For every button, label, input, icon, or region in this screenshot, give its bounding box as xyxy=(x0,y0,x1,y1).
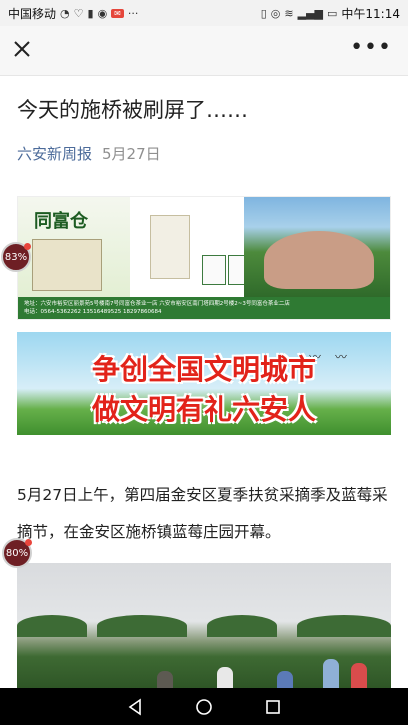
carved-rock-graphic xyxy=(264,231,374,289)
battery-saver-icon: ▮ xyxy=(87,6,94,20)
status-bar-left: 中国移动 ◔ ♡ ▮ ◉ ✉ ··· xyxy=(8,5,138,22)
eye-icon: ◉ xyxy=(97,6,108,20)
gift-bag-graphic xyxy=(150,215,190,279)
scenic-rock-image xyxy=(244,197,390,297)
article-date: 5月27日 xyxy=(102,145,161,163)
article-source-link[interactable]: 六安新周报 xyxy=(17,143,92,164)
reading-progress-badge[interactable]: 83% xyxy=(1,242,31,272)
civic-slogan-banner[interactable]: 〰 〰 争创全国文明城市 做文明有礼六安人 xyxy=(17,332,391,435)
article-content[interactable]: 今天的施桥被刷屏了…… 六安新周报 5月27日 同富仓 地址：六安市裕安区丽景苑… xyxy=(0,77,408,688)
ad-phone: 电话：0564-5362262 13516489525 18297860684 xyxy=(24,309,162,315)
home-button[interactable] xyxy=(194,697,214,717)
tea-box-graphic xyxy=(32,239,102,291)
more-icon: ••• xyxy=(350,35,392,60)
carrier-label: 中国移动 xyxy=(8,6,57,21)
article-title: 今天的施桥被刷屏了…… xyxy=(17,98,248,122)
progress-dot xyxy=(25,539,32,546)
article-meta: 六安新周报 5月27日 xyxy=(17,143,161,164)
signal-icon: ▂▄▆ xyxy=(297,6,323,20)
person-figure xyxy=(277,671,293,688)
tree-line xyxy=(97,615,187,637)
tree-line xyxy=(207,615,277,637)
wifi-icon: ≋ xyxy=(284,6,294,20)
status-bar-right: ▯ ◎ ≋ ▂▄▆ ▭ 中午11:14 xyxy=(261,5,400,22)
blueberry-farm-photo[interactable] xyxy=(17,563,391,688)
eye-comfort-icon: ◎ xyxy=(270,6,281,20)
sim-icon: ◔ xyxy=(60,6,70,20)
person-figure xyxy=(217,667,233,688)
tea-gift-box-image: 同富仓 xyxy=(18,197,130,297)
person-figure xyxy=(157,671,173,688)
article-paragraph: 5月27日上午，第四届金安区夏季扶贫采摘季及蓝莓采摘节，在金安区施桥镇蓝莓庄园开… xyxy=(17,486,388,541)
tea-bag-image xyxy=(130,197,252,297)
more-notifications-icon: ··· xyxy=(127,6,139,20)
progress-dot xyxy=(24,243,31,250)
system-navigation-bar xyxy=(0,688,408,725)
tea-shop-ad-banner[interactable]: 同富仓 地址：六安市裕安区丽景苑5号楼南7号同富仓茶业一店 六安市裕安区南门塔四… xyxy=(17,196,391,320)
close-icon xyxy=(14,41,30,57)
recents-icon xyxy=(266,699,281,714)
clock: 中午11:14 xyxy=(341,6,400,21)
battery-icon: ▭ xyxy=(327,6,338,20)
slogan-line-2: 做文明有礼六安人 xyxy=(91,393,316,426)
person-figure xyxy=(323,659,339,688)
person-figure xyxy=(351,663,367,688)
back-icon xyxy=(128,697,141,716)
more-options-button[interactable]: ••• xyxy=(350,35,392,60)
recents-button[interactable] xyxy=(263,697,283,717)
reading-progress-badge[interactable]: 80% xyxy=(2,538,32,568)
close-button[interactable] xyxy=(10,37,34,61)
notification-badge: ✉ xyxy=(111,8,124,18)
tree-line xyxy=(17,615,87,637)
vibrate-icon: ♡ xyxy=(73,6,84,20)
tree-line xyxy=(297,615,391,637)
ad-address-strip: 地址：六安市裕安区丽景苑5号楼南7号同富仓茶业一店 六安市裕安区南门塔四期2号楼… xyxy=(18,297,390,319)
progress-label: 83% xyxy=(4,251,28,263)
ad-brand-name: 同富仓 xyxy=(34,211,88,232)
vibrate-mode-icon: ▯ xyxy=(260,6,267,20)
status-bar: 中国移动 ◔ ♡ ▮ ◉ ✉ ··· ▯ ◎ ≋ ▂▄▆ ▭ 中午11:14 xyxy=(0,0,408,26)
back-button[interactable] xyxy=(125,697,145,717)
home-icon xyxy=(196,698,212,715)
slogan-line-1: 争创全国文明城市 xyxy=(91,353,316,386)
ad-address: 地址：六安市裕安区丽景苑5号楼南7号同富仓茶业一店 六安市裕安区南门塔四期2号楼… xyxy=(24,301,290,307)
progress-label: 80% xyxy=(5,547,29,559)
top-navigation-bar: ••• xyxy=(0,26,408,76)
tea-can-graphic xyxy=(202,255,226,285)
